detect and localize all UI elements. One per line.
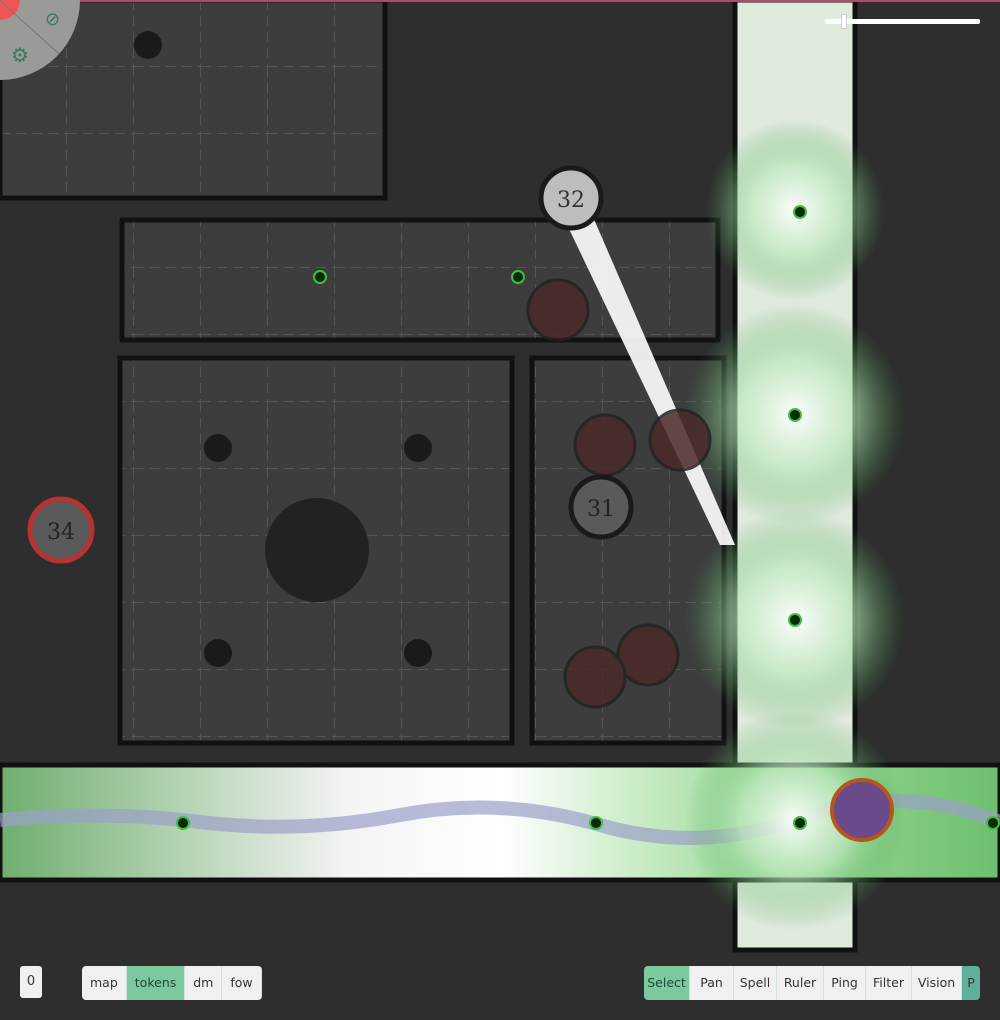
room-label: 32 xyxy=(538,165,604,231)
tool-select[interactable]: Select xyxy=(644,966,690,1000)
tool-filter[interactable]: Filter xyxy=(866,966,912,1000)
tool-pan[interactable]: Pan xyxy=(690,966,734,1000)
room-label: 31 xyxy=(568,474,634,540)
layer-selector: map tokens dm fow xyxy=(82,966,262,1000)
layer-tokens[interactable]: tokens xyxy=(126,966,186,1000)
layer-map[interactable]: map xyxy=(82,966,127,1000)
svg-text:34: 34 xyxy=(47,520,75,545)
zoom-slider-thumb[interactable] xyxy=(840,14,847,29)
layer-counter[interactable]: 0 xyxy=(20,966,42,998)
tool-ping[interactable]: Ping xyxy=(824,966,866,1000)
tool-spell[interactable]: Spell xyxy=(734,966,777,1000)
player-token[interactable] xyxy=(830,778,894,842)
svg-text:32: 32 xyxy=(557,188,585,213)
gear-icon[interactable]: ⚙ xyxy=(11,45,29,65)
svg-text:31: 31 xyxy=(587,497,615,522)
battle-map[interactable]: 32 31 34 xyxy=(0,0,1000,1020)
room-label: 34 xyxy=(27,496,95,564)
zoom-slider[interactable] xyxy=(825,14,980,29)
tool-selector: Select Pan Spell Ruler Ping Filter Visio… xyxy=(644,966,980,1000)
tool-vision[interactable]: Vision xyxy=(912,966,962,1000)
compass-icon[interactable]: ⊘ xyxy=(45,11,60,29)
top-border xyxy=(0,0,1000,2)
layer-fow[interactable]: fow xyxy=(222,966,262,1000)
layer-dm[interactable]: dm xyxy=(185,966,223,1000)
tool-ruler[interactable]: Ruler xyxy=(777,966,824,1000)
tool-p[interactable]: P xyxy=(962,966,980,1000)
